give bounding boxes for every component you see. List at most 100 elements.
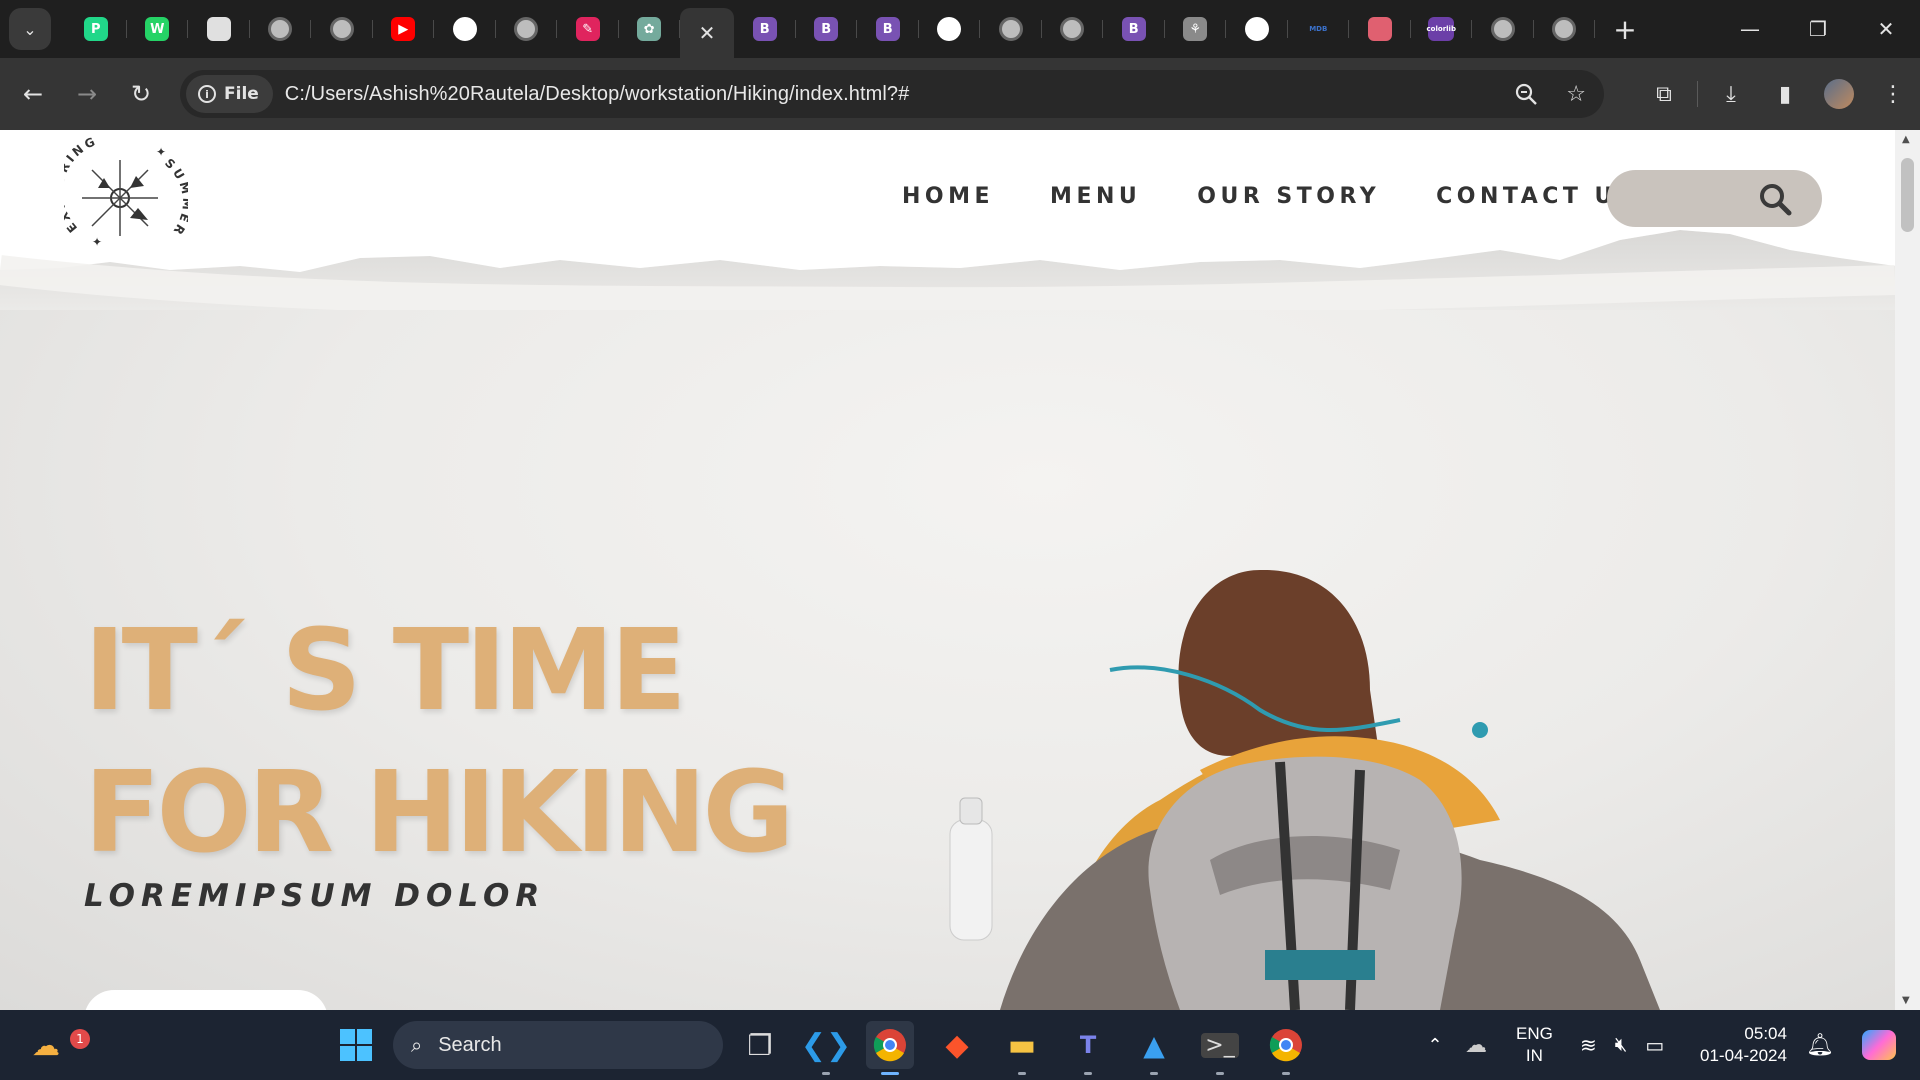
wifi-icon: ≋ [1580,1034,1597,1057]
browser-tab[interactable] [311,8,373,50]
side-panel-icon[interactable]: ▮ [1758,82,1812,107]
chrome-app[interactable] [866,1021,914,1075]
compass-icon [82,160,158,236]
language-line-1: ENG [1516,1024,1553,1043]
chevron-up-icon[interactable]: ⌃ [1418,1035,1452,1056]
vscode-app[interactable]: ❮❯ [801,1021,851,1075]
site-search-input[interactable] [1607,170,1822,227]
toolbar-right: ⧉ ⤓ ▮ ⋮ [1637,58,1920,130]
nav-home[interactable]: HOME [902,184,994,209]
browser-tab[interactable]: B [734,8,796,50]
globe-icon [1060,17,1085,41]
menu-icon[interactable]: ⋮ [1866,82,1920,107]
start-button[interactable] [332,1021,380,1069]
browser-tab[interactable]: P [65,8,127,50]
browser-tab[interactable] [1349,8,1411,50]
browser-tab[interactable]: B [857,8,919,50]
nav-our-story[interactable]: OUR STORY [1197,184,1380,209]
minimize-button[interactable]: — [1716,0,1784,58]
windows-icon [340,1029,372,1061]
browser-tab[interactable] [496,8,558,50]
new-tab-button[interactable]: + [1605,9,1645,49]
browser-tab[interactable]: ✿ [619,8,681,50]
browser-tab[interactable] [1042,8,1104,50]
notification-bell-icon[interactable]: 🔔︎ [1806,1010,1834,1080]
teams-app[interactable]: T [1064,1021,1112,1075]
folder-icon: ▬ [1007,1027,1037,1063]
weather-widget[interactable]: ☁ 1 [22,1021,90,1069]
extensions-icon[interactable]: ⧉ [1637,82,1691,107]
hero-cta-button[interactable] [84,990,328,1010]
scrollbar-thumb[interactable] [1901,158,1914,232]
search-icon[interactable] [1758,182,1792,216]
close-tab-icon[interactable]: ✕ [699,21,716,45]
photos-app[interactable]: ▲ [1130,1021,1178,1075]
tab-search-button[interactable]: ⌄ [9,8,51,50]
browser-tab[interactable] [1226,8,1288,50]
scroll-up-arrow-icon[interactable]: ▲ [1902,134,1910,145]
browser-tab[interactable]: ▶ [373,8,435,50]
terminal-icon: >_ [1201,1032,1239,1058]
task-view-button[interactable]: ❐ [736,1021,784,1069]
clock-date: 01-04-2024 [1700,1046,1787,1065]
chrome-app-2[interactable] [1262,1021,1310,1075]
browser-tab[interactable] [250,8,312,50]
restore-button[interactable]: ❐ [1784,0,1852,58]
site-logo[interactable]: EXPLORING SUMMER ✦ ✦ [64,136,188,260]
browser-tab[interactable] [434,8,496,50]
info-icon: i [198,85,216,103]
browser-tab[interactable]: B [796,8,858,50]
browser-tab[interactable] [1534,8,1596,50]
notification-badge: 1 [70,1029,90,1049]
svg-text:SUMMER: SUMMER [162,156,188,240]
profile-avatar[interactable] [1812,79,1866,109]
bootstrap-icon: B [752,17,777,41]
address-bar-actions: ☆ [1514,70,1586,118]
forward-button[interactable]: → [60,67,114,121]
browser-tab[interactable] [919,8,981,50]
brave-icon: ◆ [945,1027,969,1063]
site-info-chip[interactable]: i File [186,75,273,113]
globe-icon [514,17,539,41]
tab-active[interactable]: ✕ [680,8,734,58]
globe-icon [998,17,1023,41]
browser-tab[interactable] [188,8,250,50]
browser-tab[interactable]: MDB [1288,8,1350,50]
browser-tab[interactable]: B [1103,8,1165,50]
brave-app[interactable]: ◆ [933,1021,981,1069]
close-window-button[interactable]: ✕ [1852,0,1920,58]
quick-settings[interactable]: ≋ 🔇︎ ▭ [1580,1010,1664,1080]
site-icon [206,17,231,41]
address-bar[interactable]: i File C:/Users/Ashish%20Rautela/Desktop… [180,70,1604,118]
browser-tab[interactable]: ⚘ [1165,8,1227,50]
browser-tab[interactable] [1472,8,1534,50]
browser-tab[interactable]: ✎ [557,8,619,50]
scroll-down-arrow-icon[interactable]: ▼ [1902,995,1910,1006]
chrome-icon [873,1029,906,1062]
file-explorer-app[interactable]: ▬ [998,1021,1046,1075]
page-scrollbar[interactable]: ▲ ▼ [1895,130,1920,1010]
onedrive-icon[interactable]: ☁ [1452,1032,1500,1058]
zoom-icon[interactable] [1514,82,1538,106]
taskbar-search-input[interactable]: ⌕ Search [393,1021,723,1069]
back-button[interactable]: ← [6,67,60,121]
clock[interactable]: 05:04 01-04-2024 [1700,1010,1796,1080]
bookmark-star-icon[interactable]: ☆ [1566,82,1586,107]
rabbit-icon: ⚘ [1183,17,1208,41]
tab-list: P W ▶ ✎ ✿ ✕ B B B B ⚘ MDB colorlib [65,0,1595,58]
plus-icon: + [1613,12,1637,46]
language-indicator[interactable]: ENG IN [1516,1010,1554,1080]
nav-menu[interactable]: MENU [1050,184,1141,209]
copilot-button[interactable] [1862,1010,1896,1080]
mdb-icon: MDB [1309,25,1328,33]
browser-tab[interactable]: W [127,8,189,50]
url-text[interactable]: C:/Users/Ashish%20Rautela/Desktop/workst… [285,83,910,106]
chevron-down-icon: ⌄ [23,19,37,39]
reload-button[interactable]: ↻ [114,67,168,121]
browser-tab[interactable] [980,8,1042,50]
search-icon: ⌕ [411,1033,423,1057]
browser-tab[interactable]: colorlib [1411,8,1473,50]
terminal-app[interactable]: >_ [1196,1021,1244,1075]
download-icon[interactable]: ⤓ [1704,82,1758,107]
globe-icon [1490,17,1515,41]
